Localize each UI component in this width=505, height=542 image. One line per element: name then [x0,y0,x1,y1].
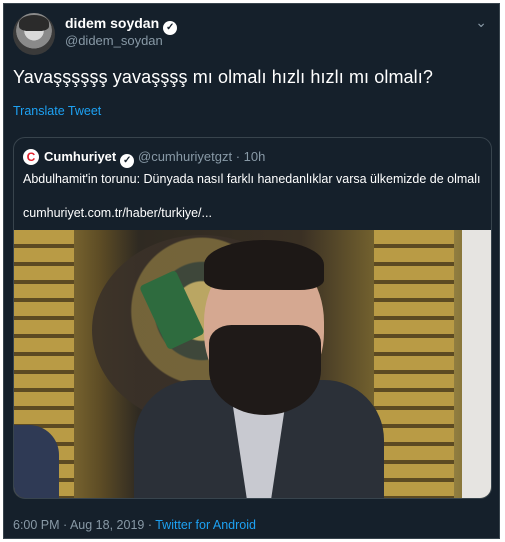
quoted-author-name[interactable]: Cumhuriyet ✓ [44,149,135,168]
quoted-meta: @cumhuriyetgzt · 10h [138,149,266,164]
chevron-down-icon[interactable]: ⌄ [475,14,487,31]
photo-person-beard [209,325,321,415]
tweet-source[interactable]: Twitter for Android [155,518,256,532]
translate-tweet-link[interactable]: Translate Tweet [13,104,101,118]
verified-badge-icon: ✓ [120,154,135,168]
quoted-tweet[interactable]: C Cumhuriyet ✓ @cumhuriyetgzt · 10h Abdul… [13,137,492,499]
photo-background-panel-right [374,230,454,498]
tweet-timestamp[interactable]: 6:00 PM · Aug 18, 2019 · [13,518,155,532]
avatar[interactable] [13,13,55,55]
quoted-link[interactable]: cumhuriyet.com.tr/haber/turkiye/... [23,206,212,220]
author-name-text: didem soydan [65,15,160,31]
author-display-name[interactable]: didem soydan ✓ [65,15,178,35]
verified-badge-icon: ✓ [163,21,178,35]
quoted-name-text: Cumhuriyet [44,149,117,164]
tweet-footer: 6:00 PM · Aug 18, 2019 · Twitter for And… [13,518,256,532]
photo-wall [462,230,491,498]
cumhuriyet-logo-icon: C [23,149,39,165]
tweet-card: didem soydan ✓ @didem_soydan ⌄ Yavaşşşşşş… [3,3,500,539]
photo-person-left [14,425,59,498]
author-handle[interactable]: @didem_soydan [65,33,163,48]
quoted-text: Abdulhamit'in torunu: Dünyada nasıl fark… [23,172,481,186]
quoted-photo[interactable] [14,230,491,498]
tweet-text: Yavaşşşşşş yavaşşşş mı olmalı hızlı hızl… [13,67,433,87]
photo-person-hair [204,240,324,290]
